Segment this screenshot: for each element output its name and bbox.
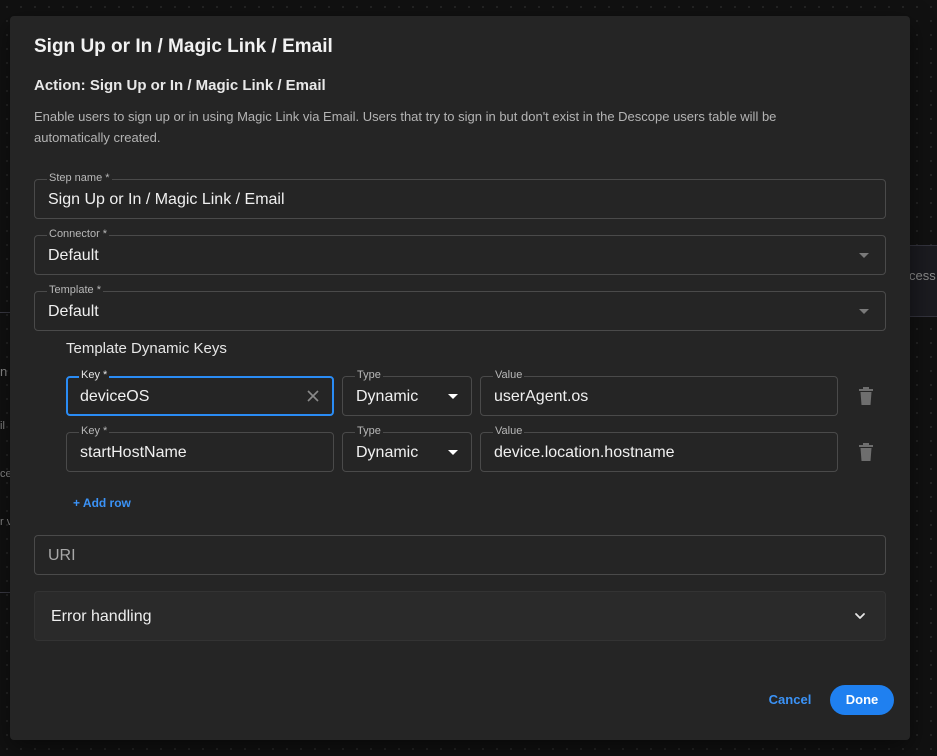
clear-icon[interactable] — [306, 389, 320, 403]
dropdown-arrow-icon — [448, 450, 458, 455]
type-value: Dynamic — [356, 444, 419, 461]
key-input[interactable]: Key * startHostName — [66, 424, 334, 472]
step-name-label: Step name * — [47, 171, 112, 185]
key-label: Key * — [79, 368, 110, 382]
action-description: Enable users to sign up or in using Magi… — [34, 109, 777, 145]
template-select[interactable]: Template * Default — [34, 283, 886, 331]
chevron-down-icon — [855, 613, 865, 619]
error-handling-accordion[interactable]: Error handling — [34, 591, 886, 641]
background-text: il — [0, 420, 5, 432]
connector-value: Default — [48, 247, 99, 264]
template-value: Default — [48, 303, 99, 320]
background-edge — [0, 592, 10, 593]
add-row-button[interactable]: + Add row — [73, 496, 131, 510]
modal-title: Sign Up or In / Magic Link / Email — [34, 36, 333, 57]
dropdown-arrow-icon — [859, 309, 869, 314]
dynamic-keys-title: Template Dynamic Keys — [66, 340, 227, 357]
value-label: Value — [493, 368, 525, 382]
type-select[interactable]: Type Dynamic — [342, 424, 472, 472]
type-label: Type — [355, 368, 383, 382]
value-value: userAgent.os — [494, 388, 589, 405]
value-input[interactable]: Value device.location.hostname — [480, 424, 838, 472]
key-value: startHostName — [80, 444, 187, 461]
trash-icon[interactable] — [858, 443, 874, 461]
value-value: device.location.hostname — [494, 444, 675, 461]
value-input[interactable]: Value userAgent.os — [480, 368, 838, 416]
template-label: Template * — [47, 283, 103, 297]
cancel-button[interactable]: Cancel — [760, 686, 820, 714]
done-button[interactable]: Done — [830, 685, 894, 715]
step-name-field[interactable]: Step name * Sign Up or In / Magic Link /… — [34, 171, 886, 219]
step-name-value: Sign Up or In / Magic Link / Email — [48, 191, 285, 208]
trash-icon[interactable] — [858, 387, 874, 405]
uri-placeholder: URI — [48, 547, 76, 564]
action-title: Action: Sign Up or In / Magic Link / Ema… — [34, 77, 326, 94]
key-value: deviceOS — [80, 388, 150, 405]
background-text: cess — [909, 268, 936, 283]
uri-input[interactable]: URI — [34, 535, 886, 575]
value-label: Value — [493, 424, 525, 438]
type-label: Type — [355, 424, 383, 438]
connector-select[interactable]: Connector * Default — [34, 227, 886, 275]
error-handling-label: Error handling — [51, 608, 152, 625]
dropdown-arrow-icon — [448, 394, 458, 399]
type-value: Dynamic — [356, 388, 419, 405]
key-label: Key * — [79, 424, 110, 438]
connector-label: Connector * — [47, 227, 110, 241]
background-edge — [0, 312, 10, 313]
action-modal: Sign Up or In / Magic Link / Email Actio… — [10, 16, 910, 740]
key-input[interactable]: Key * deviceOS — [66, 368, 334, 416]
dropdown-arrow-icon — [859, 253, 869, 258]
type-select[interactable]: Type Dynamic — [342, 368, 472, 416]
